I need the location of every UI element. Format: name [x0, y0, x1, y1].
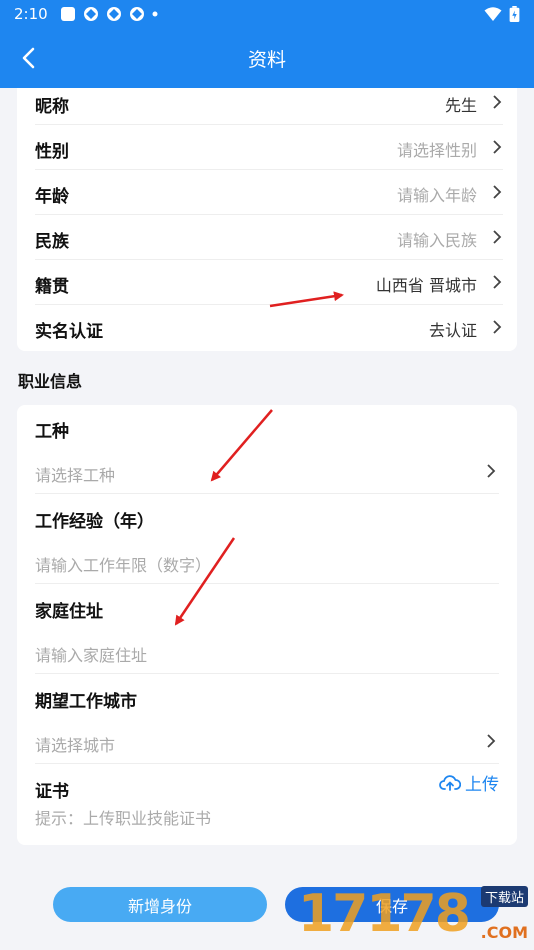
field-certificate: 证书 提示：上传职业技能证书 [35, 777, 499, 837]
field-experience[interactable]: 工作经验（年） 请输入工作年限（数字） [35, 507, 499, 584]
row-label: 民族 [35, 232, 69, 252]
row-gender[interactable]: 性别 请选择性别 [35, 125, 503, 170]
field-home-address[interactable]: 家庭住址 请输入家庭住址 [35, 597, 499, 674]
career-card: 工种 请选择工种 工作经验（年） 请输入工作年限（数字） 家庭住址 请输入家庭住… [17, 405, 517, 845]
chevron-right-icon [487, 464, 496, 478]
chevron-right-icon [493, 320, 502, 334]
row-value: 去认证 [428, 321, 477, 340]
watermark-domain: .COM [480, 923, 528, 942]
chevron-right-icon [487, 734, 496, 748]
row-value: 请输入年龄 [396, 186, 477, 205]
section-title-career: 职业信息 [18, 372, 83, 391]
field-label: 家庭住址 [35, 602, 103, 622]
profile-card: 昵称 先生 性别 请选择性别 年龄 请输入年龄 民族 请输入民族 籍贯 山西省 … [17, 88, 517, 351]
row-value: 请选择性别 [396, 141, 477, 160]
job-type-select[interactable]: 请选择工种 [35, 462, 115, 486]
chevron-right-icon [493, 275, 502, 289]
wifi-icon [484, 7, 502, 21]
row-real-name-verify[interactable]: 实名认证 去认证 [35, 305, 503, 350]
row-nickname[interactable]: 昵称 先生 [35, 80, 503, 125]
field-label: 证书 [35, 782, 69, 802]
row-label: 实名认证 [35, 322, 103, 342]
field-job-type[interactable]: 工种 请选择工种 [35, 417, 499, 494]
cloud-upload-icon [439, 774, 461, 791]
app-notification-icon [83, 7, 98, 21]
nav-bar: 资料 [0, 28, 534, 88]
watermark-download: 下载站 [480, 886, 528, 907]
upload-label: 上传 [465, 775, 499, 795]
home-address-input[interactable]: 请输入家庭住址 [35, 642, 147, 666]
experience-input[interactable]: 请输入工作年限（数字） [35, 552, 211, 576]
add-identity-button[interactable]: 新增身份 [53, 887, 267, 922]
watermark-logo: 17178 下载站 .COM [298, 884, 528, 944]
divider [35, 493, 499, 494]
status-time: 2:10 [14, 5, 48, 23]
certificate-hint: 提示：上传职业技能证书 [35, 809, 212, 828]
field-label: 工种 [35, 422, 69, 442]
field-label: 期望工作城市 [35, 692, 137, 712]
divider [35, 583, 499, 584]
row-label: 籍贯 [35, 277, 69, 297]
chevron-right-icon [493, 95, 502, 109]
chevron-right-icon [493, 185, 502, 199]
app-notification-icon [106, 7, 121, 21]
field-expected-city[interactable]: 期望工作城市 请选择城市 [35, 687, 499, 764]
app-notification-icon [129, 7, 144, 21]
row-value: 请输入民族 [396, 231, 477, 250]
row-label: 性别 [35, 142, 69, 162]
divider [35, 763, 499, 764]
more-dot-icon [152, 11, 158, 17]
watermark-digits: 17178 [298, 884, 471, 944]
row-hometown[interactable]: 籍贯 山西省 晋城市 [35, 260, 503, 305]
status-bar: 2:10 [0, 0, 534, 28]
battery-icon [509, 6, 520, 22]
row-value: 山西省 晋城市 [375, 276, 477, 295]
row-value: 先生 [444, 96, 477, 115]
divider [35, 673, 499, 674]
row-ethnicity[interactable]: 民族 请输入民族 [35, 215, 503, 260]
notification-square-icon [60, 7, 75, 21]
row-label: 年龄 [35, 187, 69, 207]
chevron-right-icon [493, 230, 502, 244]
chevron-right-icon [493, 140, 502, 154]
upload-button[interactable]: 上传 [439, 770, 499, 795]
expected-city-select[interactable]: 请选择城市 [35, 732, 115, 756]
page-title: 资料 [247, 49, 286, 71]
row-age[interactable]: 年龄 请输入年龄 [35, 170, 503, 215]
row-label: 昵称 [35, 97, 69, 117]
field-label: 工作经验（年） [35, 512, 154, 532]
